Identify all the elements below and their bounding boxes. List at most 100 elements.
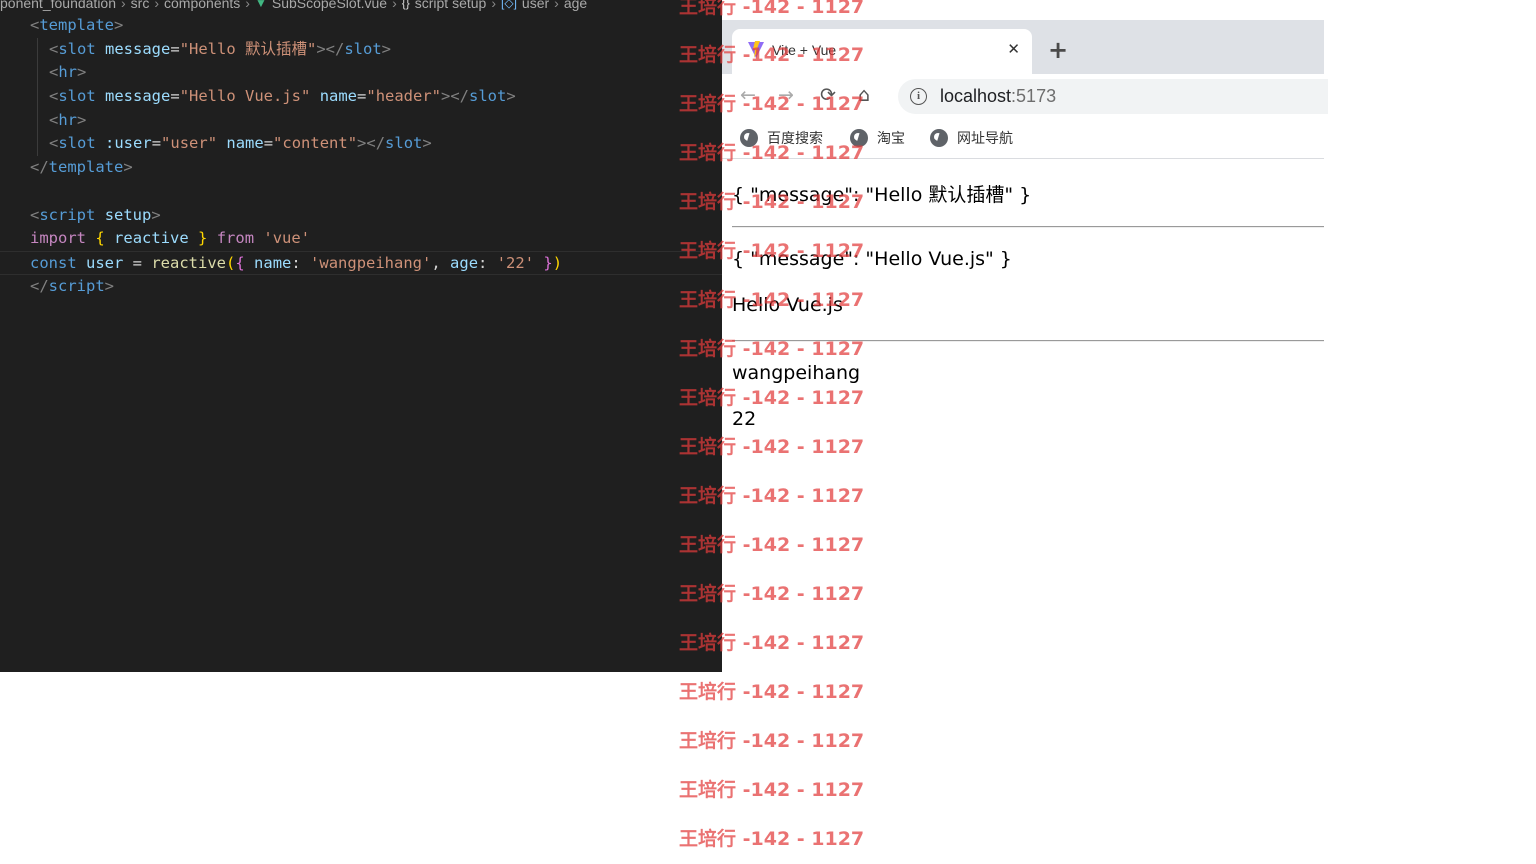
address-bar[interactable]: i localhost:5173 <box>898 79 1328 114</box>
forward-button[interactable]: → <box>778 84 794 106</box>
code-token: hr <box>58 63 78 82</box>
code-token: slot <box>469 87 507 106</box>
breadcrumb-item-components[interactable]: components <box>164 0 240 11</box>
vue-file-icon: ▼ <box>254 0 267 10</box>
code-token: slot <box>385 134 423 153</box>
code-token: = <box>123 253 152 272</box>
code-token: = <box>170 87 180 106</box>
code-token: name <box>226 134 264 153</box>
code-token: </ <box>30 158 49 177</box>
code-token: : <box>291 253 311 272</box>
code-token: "Hello Vue.js" <box>179 87 311 106</box>
code-line[interactable] <box>0 180 722 204</box>
chevron-right-icon: › <box>491 0 497 11</box>
bookmark-baidu[interactable]: 百度搜索 <box>740 128 823 148</box>
close-icon[interactable]: ✕ <box>1007 40 1020 58</box>
globe-icon <box>930 129 948 147</box>
indent-guide <box>37 37 38 62</box>
bookmark-label: 网址导航 <box>957 131 1013 147</box>
code-token: "content" <box>273 134 358 153</box>
code-token: > <box>77 110 87 129</box>
chevron-right-icon: › <box>245 0 250 11</box>
code-line[interactable]: <slot :user="user" name="content"></slot… <box>0 132 722 157</box>
code-token: = <box>170 39 180 58</box>
breadcrumb-item-src[interactable]: src <box>131 0 150 11</box>
code-line[interactable]: <hr> <box>0 61 722 86</box>
code-line[interactable]: <slot message="Hello Vue.js" name="heade… <box>0 85 722 109</box>
code-token: reactive <box>114 229 189 248</box>
info-icon[interactable]: i <box>910 88 927 105</box>
bookmark-nav[interactable]: 网址导航 <box>930 128 1013 148</box>
code-token: ( <box>226 253 236 272</box>
bookmark-label: 百度搜索 <box>767 131 823 147</box>
code-line-current[interactable]: const user = reactive({ name: 'wangpeiha… <box>0 250 722 275</box>
chevron-right-icon: › <box>392 0 397 11</box>
breadcrumb-item-folder[interactable]: ponent_foundation <box>0 0 116 11</box>
code-token: template <box>48 158 124 177</box>
code-token: script <box>48 276 105 295</box>
breadcrumb-item-user[interactable]: user <box>522 0 549 11</box>
vite-favicon-icon <box>748 41 764 58</box>
tab-strip: Vite + Vue ✕ + <box>722 20 1324 74</box>
code-token: < <box>30 205 40 224</box>
horizontal-rule <box>732 340 1324 342</box>
code-area[interactable]: <template> <slot message="Hello 默认插槽"></… <box>0 14 722 298</box>
code-token: hr <box>58 110 78 129</box>
reload-button[interactable]: ⟳ <box>820 84 836 106</box>
code-token: message <box>105 39 171 58</box>
header-slot-output: { "message": "Hello Vue.js" } <box>732 248 1012 270</box>
breadcrumb-item-age[interactable]: age <box>564 0 587 11</box>
tab-vite-vue[interactable]: Vite + Vue ✕ <box>732 29 1032 74</box>
code-token: name <box>319 87 358 106</box>
browser-window: Vite + Vue ✕ + ← → ⟳ ⌂ i localhost:5173 … <box>722 20 1328 864</box>
code-token: = <box>151 134 162 153</box>
code-token: import <box>30 229 86 248</box>
code-token: < <box>49 134 59 153</box>
code-line[interactable]: <hr> <box>0 108 722 133</box>
code-line[interactable]: </script> <box>0 275 722 299</box>
code-line[interactable]: <script setup> <box>0 204 722 228</box>
bookmarks-bar: 百度搜索 淘宝 网址导航 <box>722 118 1324 159</box>
code-token: { <box>95 229 105 248</box>
code-line[interactable]: import { reactive } from 'vue' <box>0 227 722 251</box>
breadcrumb-item-file[interactable]: SubScopeSlot.vue <box>272 0 387 11</box>
code-token: = <box>357 87 367 106</box>
new-tab-button[interactable]: + <box>1048 38 1068 62</box>
code-token: = <box>263 134 274 153</box>
code-token: > <box>104 276 115 295</box>
code-line[interactable]: </template> <box>0 156 722 180</box>
chevron-right-icon: › <box>154 0 160 11</box>
code-token: > <box>422 134 432 153</box>
code-token: const <box>30 253 77 272</box>
code-token: } <box>198 229 208 248</box>
chevron-right-icon: › <box>554 0 559 11</box>
code-token: { <box>235 253 245 272</box>
code-token: ) <box>552 253 563 272</box>
code-token: script <box>39 205 96 224</box>
code-token: 'vue' <box>263 229 311 248</box>
url-text[interactable]: localhost:5173 <box>940 86 1056 107</box>
code-token: '22' <box>496 253 535 272</box>
code-line[interactable]: <template> <box>0 14 722 38</box>
code-token: < <box>49 63 59 82</box>
indent-guide <box>37 132 38 157</box>
code-line[interactable]: <slot message="Hello 默认插槽"></slot> <box>0 37 722 62</box>
browser-toolbar: ← → ⟳ ⌂ i localhost:5173 <box>722 74 1328 118</box>
code-token: slot <box>344 39 382 58</box>
back-button[interactable]: ← <box>740 84 756 106</box>
breadcrumb-item-script-setup[interactable]: script setup <box>415 0 487 11</box>
code-token: ></ <box>441 87 470 106</box>
code-token: > <box>77 63 87 82</box>
code-token: 'wangpeihang' <box>310 253 432 272</box>
bookmark-taobao[interactable]: 淘宝 <box>850 128 905 148</box>
indent-guide <box>37 85 38 109</box>
code-token: , <box>431 253 451 272</box>
code-editor[interactable]: ponent_foundation › src › components › ▼… <box>0 0 722 672</box>
home-button[interactable]: ⌂ <box>858 84 870 106</box>
